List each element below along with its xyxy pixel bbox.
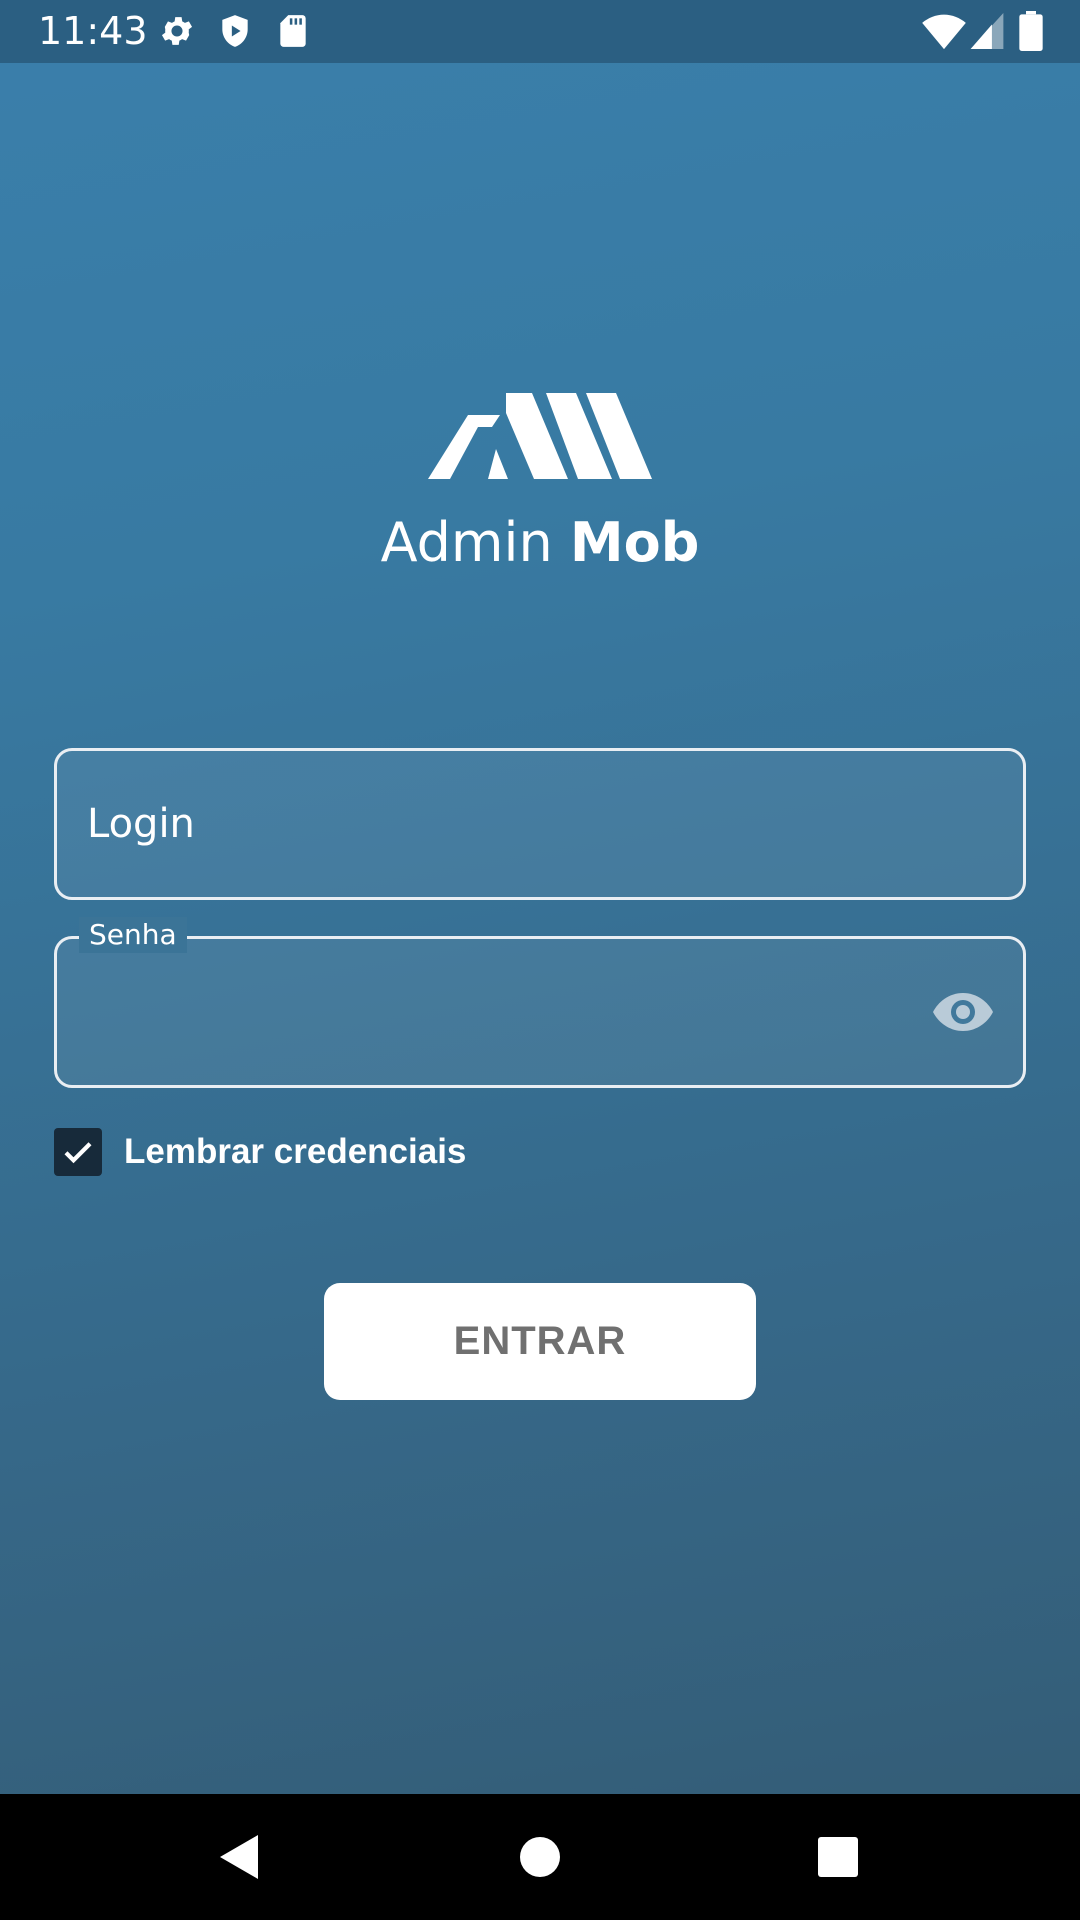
status-time: 11:43 xyxy=(38,9,148,53)
password-label: Senha xyxy=(79,917,187,953)
app-title-regular: Admin xyxy=(380,511,553,574)
shield-icon xyxy=(222,15,248,47)
app-logo xyxy=(428,393,652,479)
login-field[interactable]: Login xyxy=(54,748,1026,900)
check-icon xyxy=(64,1142,92,1164)
sd-card-icon xyxy=(280,15,306,47)
login-placeholder: Login xyxy=(87,801,195,847)
back-icon[interactable] xyxy=(208,1827,268,1887)
navigation-bar xyxy=(0,1794,1080,1920)
status-bar: 11:43 xyxy=(0,0,1080,63)
wifi-icon xyxy=(922,14,966,50)
app-title-bold: Mob xyxy=(569,511,700,574)
remember-checkbox[interactable] xyxy=(54,1128,102,1176)
remember-label: Lembrar credenciais xyxy=(124,1132,467,1171)
remember-credentials[interactable]: Lembrar credenciais xyxy=(54,1128,466,1176)
signal-icon xyxy=(970,13,1004,49)
recents-icon[interactable] xyxy=(808,1827,868,1887)
submit-button[interactable]: ENTRAR xyxy=(324,1283,756,1400)
password-field[interactable]: Senha xyxy=(54,917,1026,1088)
battery-icon xyxy=(1019,11,1043,51)
home-icon[interactable] xyxy=(510,1827,570,1887)
login-screen: 11:43 Admin Mob Login Senha Lembrar cred… xyxy=(0,0,1080,1794)
settings-icon xyxy=(161,17,193,45)
app-title: Admin Mob xyxy=(0,510,1080,576)
eye-icon[interactable] xyxy=(933,989,993,1035)
